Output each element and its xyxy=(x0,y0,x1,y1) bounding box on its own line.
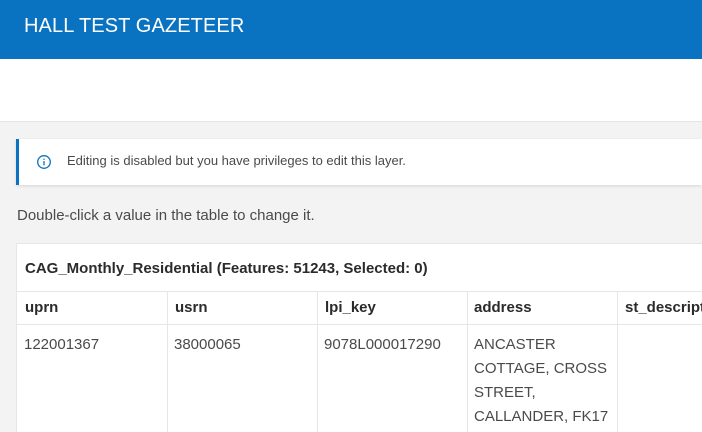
table-title: CAG_Monthly_Residential (Features: 51243… xyxy=(25,260,428,277)
divider xyxy=(17,324,702,325)
column-header-st-descript[interactable]: st_descript xyxy=(625,298,702,318)
column-separator xyxy=(167,292,168,432)
app-title: HALL TEST GAZETEER xyxy=(24,15,245,37)
column-separator xyxy=(617,292,618,432)
column-header-lpi-key[interactable]: lpi_key xyxy=(325,298,376,318)
column-header-address[interactable]: address xyxy=(474,298,532,318)
toolbar-area xyxy=(0,59,702,122)
edit-hint: Double-click a value in the table to cha… xyxy=(17,207,315,224)
info-icon xyxy=(37,155,51,169)
table-cell-address[interactable]: ANCASTER COTTAGE, CROSS STREET, CALLANDE… xyxy=(474,333,616,429)
table-cell-usrn[interactable]: 38000065 xyxy=(174,333,241,357)
table-cell-lpi-key[interactable]: 9078L000017290 xyxy=(324,333,441,357)
notice-text: Editing is disabled but you have privile… xyxy=(67,153,406,168)
attribute-table: CAG_Monthly_Residential (Features: 51243… xyxy=(16,243,702,432)
column-header-uprn[interactable]: uprn xyxy=(25,298,58,318)
app-header: HALL TEST GAZETEER xyxy=(0,0,702,59)
column-separator xyxy=(467,292,468,432)
divider xyxy=(17,291,702,292)
column-separator xyxy=(317,292,318,432)
column-header-usrn[interactable]: usrn xyxy=(175,298,208,318)
editing-disabled-notice: Editing is disabled but you have privile… xyxy=(16,139,702,185)
table-cell-uprn[interactable]: 122001367 xyxy=(24,333,99,357)
